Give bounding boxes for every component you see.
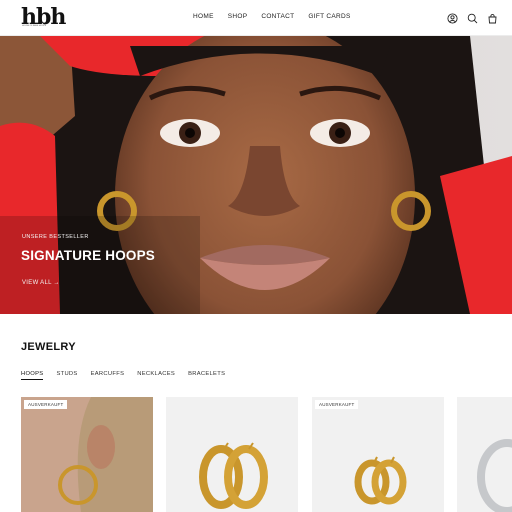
header-icons	[447, 11, 498, 24]
tab-necklaces[interactable]: NECKLACES	[137, 371, 175, 380]
nav-contact[interactable]: CONTACT	[261, 13, 294, 20]
account-icon[interactable]	[447, 11, 458, 24]
product-card[interactable]: AUSVERKAUFT	[21, 397, 153, 512]
gold-chunky-hoops-image	[166, 397, 298, 512]
nav-shop[interactable]: SHOP	[228, 13, 248, 20]
main-nav: HOME SHOP CONTACT GIFT CARDS	[193, 13, 351, 20]
hero-kicker: UNSERE BESTSELLER	[22, 234, 89, 240]
nav-gift-cards[interactable]: GIFT CARDS	[308, 13, 350, 20]
cart-icon[interactable]	[487, 11, 498, 24]
hero-title: SIGNATURE HOOPS	[21, 248, 156, 263]
tab-earcuffs[interactable]: EARCUFFS	[91, 371, 125, 380]
sold-out-badge: AUSVERKAUFT	[315, 400, 359, 409]
brand-tagline: HOUSE OF BEBE HOOPS	[22, 25, 47, 27]
hero-image	[0, 36, 512, 314]
tab-hoops[interactable]: HOOPS	[21, 371, 44, 380]
product-card[interactable]: AUSVERKAUFT	[312, 397, 444, 512]
site-header: hbh HOUSE OF BEBE HOOPS HOME SHOP CONTAC…	[0, 0, 512, 36]
category-tabs: HOOPS STUDS EARCUFFS NECKLACES BRACELETS	[21, 371, 225, 380]
sold-out-badge: AUSVERKAUFT	[24, 400, 68, 409]
silver-hoop-image	[457, 397, 512, 512]
product-carousel: AUSVERKAUFT AUSVERKAUFT	[21, 397, 512, 512]
search-icon[interactable]	[467, 11, 478, 24]
model-ear-gold-hoop-image	[21, 397, 153, 512]
section-title-jewelry: JEWELRY	[21, 341, 76, 353]
tab-bracelets[interactable]: BRACELETS	[188, 371, 225, 380]
product-card[interactable]	[457, 397, 512, 512]
nav-home[interactable]: HOME	[193, 13, 214, 20]
hero-view-all-link[interactable]: VIEW ALL →	[22, 280, 60, 286]
small-gold-hoops-image	[312, 397, 444, 512]
tab-studs[interactable]: STUDS	[56, 371, 77, 380]
product-card[interactable]	[166, 397, 298, 512]
hero-banner[interactable]: UNSERE BESTSELLER SIGNATURE HOOPS VIEW A…	[0, 36, 512, 314]
